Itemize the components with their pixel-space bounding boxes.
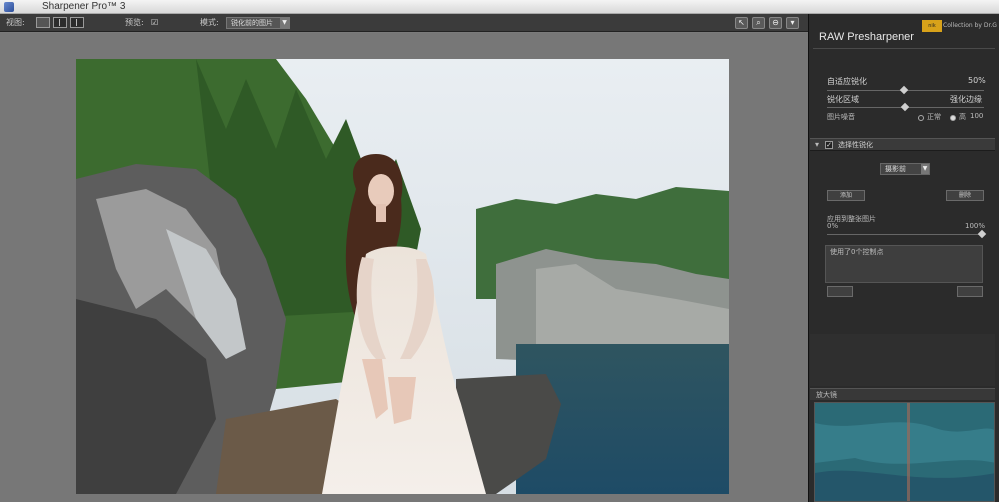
- chevron-down-icon: ▼: [921, 164, 929, 174]
- view-label: 视图:: [6, 18, 25, 27]
- chevron-down-icon: ▼: [280, 18, 289, 28]
- section-title: 选择性锐化: [838, 141, 873, 149]
- top-toolbar: 视图: 预览: ☑ 模式: 锐化前的图片 ▼ ↖ ⌕ ⊖ ▾: [0, 14, 808, 32]
- remove-control-point-button[interactable]: 删除: [946, 190, 984, 201]
- right-panel: nik Collection by Dr.G RAW Presharpener …: [808, 14, 999, 502]
- settings-icon[interactable]: ▾: [786, 17, 799, 29]
- selective-sharpening-header[interactable]: ▾ ✓ 选择性锐化: [810, 138, 995, 151]
- noise-high-value: 100: [970, 112, 984, 120]
- window-title: Sharpener Pro™ 3: [42, 1, 126, 12]
- noise-high-radio[interactable]: [950, 115, 956, 121]
- preview-label: 预览:: [125, 18, 144, 27]
- loupe-illustration: [815, 403, 994, 501]
- zoom-tool-icon[interactable]: ⌕: [752, 17, 765, 29]
- image-noise-label: 图片噪音: [827, 113, 855, 121]
- control-point-list-text: 使用了0个控制点: [830, 248, 884, 256]
- loupe-header[interactable]: 放大镜: [810, 388, 995, 400]
- photo-illustration: [76, 59, 729, 494]
- control-point-list[interactable]: 使用了0个控制点: [825, 245, 983, 283]
- loupe-title: 放大镜: [816, 391, 837, 399]
- panel-title: RAW Presharpener: [819, 31, 914, 43]
- apply-whole-image-slider[interactable]: [827, 234, 984, 235]
- apply-slider-knob[interactable]: [977, 229, 987, 239]
- adaptive-sharpening-value: 50%: [968, 76, 986, 85]
- noise-high-label: 高: [959, 113, 966, 121]
- area-slider-knob[interactable]: [900, 102, 910, 112]
- section-enable-checkbox[interactable]: ✓: [825, 141, 833, 149]
- adaptive-sharpening-label: 自适应锐化: [827, 77, 867, 86]
- image-canvas[interactable]: [0, 33, 808, 502]
- noise-normal-label: 正常: [927, 113, 941, 121]
- selective-mode-value: 摄影前: [885, 165, 906, 173]
- chevron-down-icon[interactable]: ▾: [815, 140, 819, 149]
- mode-label: 模式:: [200, 18, 219, 27]
- title-bar: Sharpener Pro™ 3: [0, 0, 999, 14]
- enhance-edges-label: 强化边缘: [950, 95, 982, 104]
- brand-text: Collection by Dr.G: [943, 22, 997, 29]
- selective-mode-select[interactable]: 摄影前 ▼: [880, 163, 930, 175]
- loupe-preview[interactable]: [814, 402, 995, 502]
- split-view-button[interactable]: [53, 17, 67, 28]
- zoom-out-icon[interactable]: ⊖: [769, 17, 782, 29]
- preview-photo[interactable]: [76, 59, 729, 494]
- noise-normal-radio[interactable]: [918, 115, 924, 121]
- range-min-label: 0%: [827, 222, 839, 230]
- sharpen-area-label: 锐化区域: [827, 95, 859, 104]
- add-control-point-button[interactable]: 添加: [827, 190, 865, 201]
- mode-select-value: 锐化前的图片: [231, 19, 273, 27]
- divider: [813, 48, 995, 49]
- preview-toggle-icon[interactable]: ☑: [151, 14, 158, 32]
- panel-empty-area: [810, 334, 995, 386]
- app-icon: [4, 2, 14, 12]
- hand-tool-icon[interactable]: ↖: [735, 17, 748, 29]
- mode-select[interactable]: 锐化前的图片 ▼: [226, 17, 290, 29]
- adaptive-slider-knob[interactable]: [899, 85, 909, 95]
- single-view-button[interactable]: [36, 17, 50, 28]
- list-right-button[interactable]: [957, 286, 983, 297]
- side-by-side-button[interactable]: [70, 17, 84, 28]
- sharpener-app: Sharpener Pro™ 3 视图: 预览: ☑ 模式: 锐化前的图片 ▼ …: [0, 0, 999, 502]
- brand-badge: nik: [922, 20, 942, 32]
- list-left-button[interactable]: [827, 286, 853, 297]
